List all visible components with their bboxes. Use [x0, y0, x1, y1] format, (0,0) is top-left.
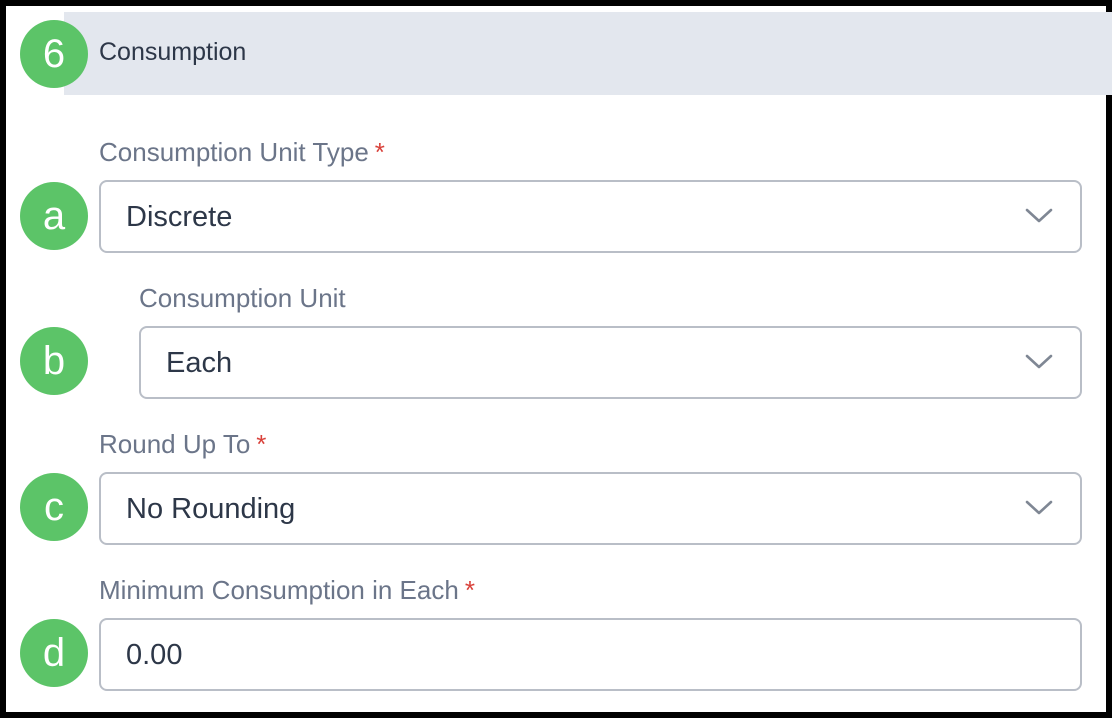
required-asterisk: *: [256, 429, 267, 459]
chevron-down-icon: [1025, 354, 1053, 369]
step-badge-b: b: [20, 327, 88, 395]
round-up-to-value: No Rounding: [126, 493, 296, 525]
required-asterisk: *: [464, 575, 475, 605]
minimum-consumption-input[interactable]: 0.00: [99, 618, 1082, 691]
round-up-to-select[interactable]: No Rounding: [99, 472, 1082, 545]
round-up-to-label-text: Round Up To: [99, 429, 251, 459]
step-badge-d: d: [20, 619, 88, 687]
consumption-unit-type-label-text: Consumption Unit Type: [99, 137, 369, 167]
step-badge-section: 6: [20, 20, 88, 88]
minimum-consumption-label-text: Minimum Consumption in Each: [99, 575, 459, 605]
section-title: Consumption: [99, 38, 247, 66]
consumption-unit-label-text: Consumption Unit: [139, 283, 346, 313]
required-asterisk: *: [374, 137, 385, 167]
consumption-unit-select[interactable]: Each: [139, 326, 1082, 399]
minimum-consumption-label: Minimum Consumption in Each *: [99, 574, 475, 606]
chevron-down-icon: [1025, 500, 1053, 515]
minimum-consumption-value[interactable]: 0.00: [126, 638, 182, 672]
consumption-unit-label: Consumption Unit: [139, 282, 346, 314]
consumption-unit-type-value: Discrete: [126, 201, 233, 233]
round-up-to-label: Round Up To *: [99, 428, 266, 460]
chevron-down-icon: [1025, 208, 1053, 223]
consumption-unit-type-label: Consumption Unit Type *: [99, 136, 385, 168]
consumption-unit-value: Each: [166, 347, 233, 379]
step-badge-a: a: [20, 182, 88, 250]
consumption-unit-type-select[interactable]: Discrete: [99, 180, 1082, 253]
step-badge-c: c: [20, 473, 88, 541]
form-frame: 6 Consumption Consumption Unit Type * a D…: [0, 0, 1112, 718]
